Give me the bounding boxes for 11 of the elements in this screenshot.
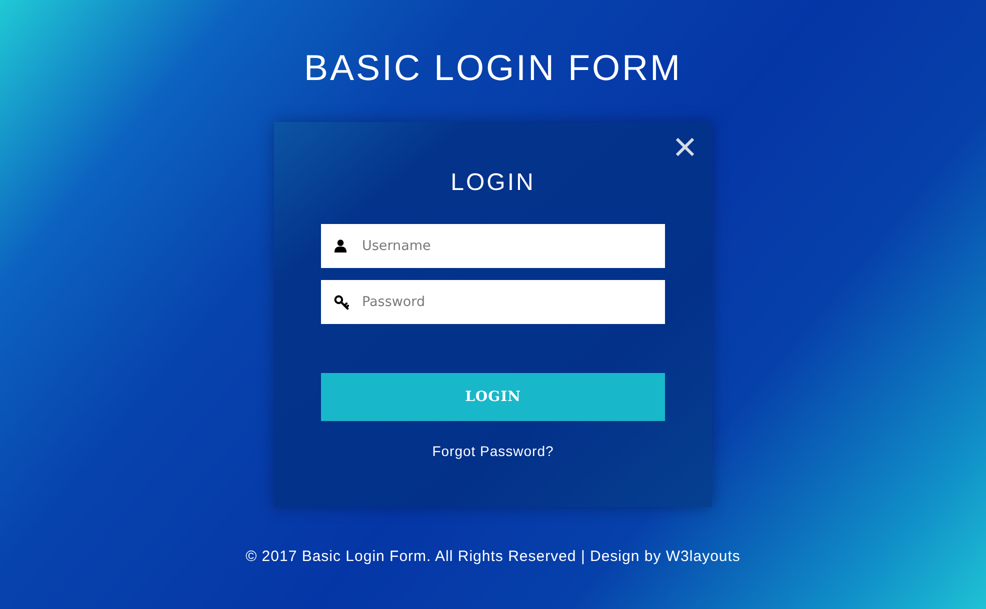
user-icon [334,239,347,253]
forgot-password-link[interactable]: Forgot Password? [432,441,554,461]
page-title: BASIC LOGIN FORM [304,48,682,88]
key-icon [334,295,349,310]
username-field[interactable]: Username [321,224,665,268]
login-heading: LOGIN [450,168,536,198]
password-field[interactable]: Password [321,280,665,324]
close-button[interactable] [676,138,694,156]
footer-text: © 2017 Basic Login Form. All Rights Reserved | Design by W3layouts [246,547,740,567]
footer-link[interactable]: W3layouts [666,548,740,565]
close-icon [676,138,694,156]
